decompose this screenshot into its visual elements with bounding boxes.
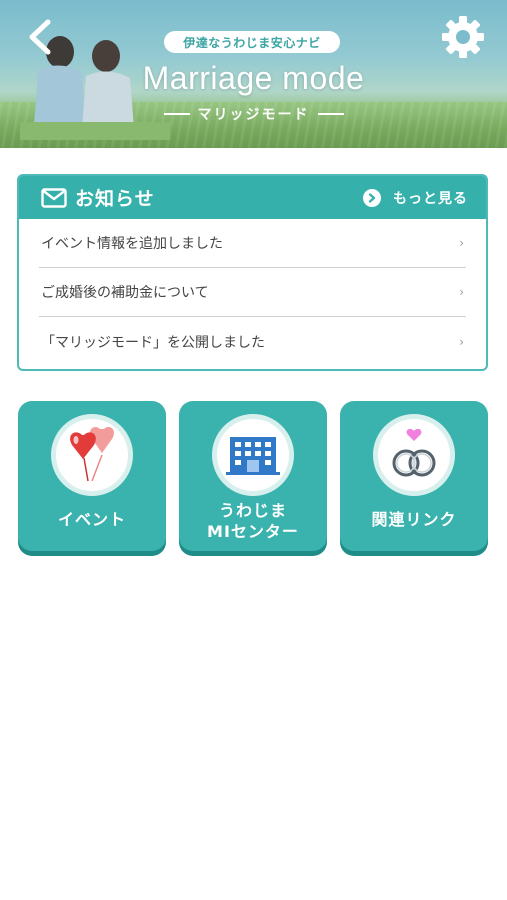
more-link[interactable]: もっと見る	[363, 188, 468, 208]
page-subtitle-text: マリッジモード	[197, 107, 310, 123]
tile-label: うわじま	[218, 501, 287, 520]
chevron-right-icon: ›	[459, 285, 464, 299]
notice-panel: お知らせ もっと見る イベント情報を追加しました › ご成婚後の補助金について …	[17, 174, 488, 371]
back-button[interactable]	[22, 16, 62, 58]
related-links-tile-button[interactable]: 関連リンク	[340, 401, 488, 551]
more-link-label: もっと見る	[393, 190, 468, 207]
tile-icon-circle	[51, 414, 133, 496]
tile-icon-circle	[212, 414, 294, 496]
chevron-right-icon: ›	[459, 236, 464, 250]
notice-list: イベント情報を追加しました › ご成婚後の補助金について › 「マリッジモード」…	[19, 219, 486, 366]
header-banner: 伊達なうわじま安心ナビ Marriage mode マリッジモード	[0, 0, 507, 148]
chevron-right-icon	[363, 188, 381, 207]
notice-header: お知らせ もっと見る	[19, 176, 486, 219]
building-icon	[226, 437, 280, 475]
tile-label: イベント	[57, 510, 126, 529]
notice-item-label: 「マリッジモード」を公開しました	[41, 334, 265, 351]
tile-icon-circle	[373, 414, 455, 496]
gear-icon	[442, 16, 484, 58]
notice-item-label: イベント情報を追加しました	[41, 236, 223, 252]
mail-icon	[41, 187, 67, 208]
balloons-icon	[70, 427, 114, 482]
notice-item[interactable]: ご成婚後の補助金について ›	[39, 268, 466, 317]
tile-label: 関連リンク	[371, 510, 457, 529]
notice-item-label: ご成婚後の補助金について	[41, 285, 209, 301]
notice-item[interactable]: イベント情報を追加しました ›	[39, 219, 466, 268]
event-tile-button[interactable]: イベント	[18, 401, 166, 551]
rings-icon	[392, 428, 436, 477]
tile-label: MIセンター	[207, 522, 299, 541]
app-name-badge: 伊達なうわじま安心ナビ	[164, 31, 340, 53]
page-subtitle: マリッジモード	[0, 104, 507, 124]
mi-center-tile-button[interactable]: うわじま MIセンター	[179, 401, 327, 551]
notice-title: お知らせ	[75, 188, 155, 210]
settings-button[interactable]	[440, 14, 486, 60]
notice-item[interactable]: 「マリッジモード」を公開しました ›	[39, 317, 466, 366]
chevron-right-icon: ›	[459, 334, 464, 349]
divider	[163, 113, 190, 115]
chevron-left-icon	[29, 19, 51, 55]
page-title: Marriage mode	[142, 60, 365, 96]
divider	[317, 113, 344, 115]
